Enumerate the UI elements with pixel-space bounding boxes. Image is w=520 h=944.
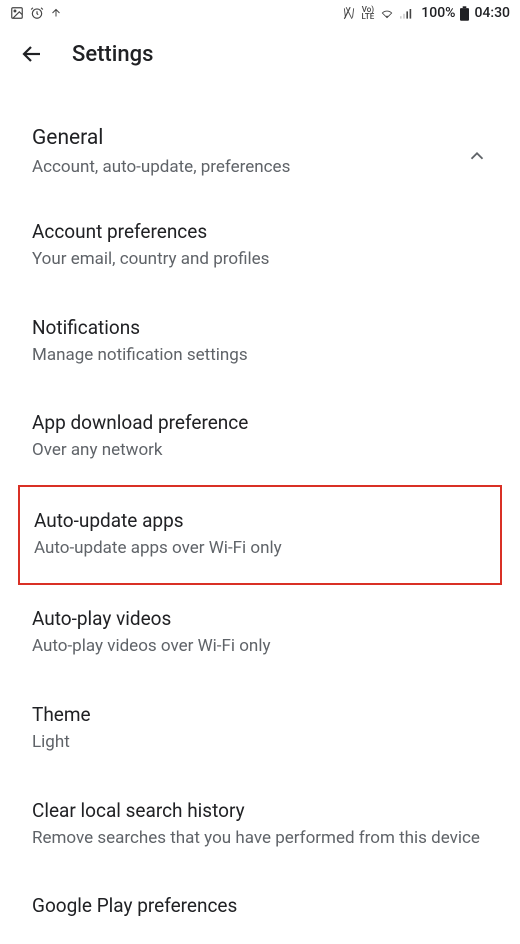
settings-content: General Account, auto-update, preference… (0, 82, 520, 944)
volte-bottom: LTE (362, 13, 375, 20)
setting-auto-update-apps[interactable]: Auto-update apps Auto-update apps over W… (18, 485, 502, 585)
setting-account-preferences[interactable]: Account preferences Your email, country … (4, 198, 516, 294)
setting-notifications[interactable]: Notifications Manage notification settin… (4, 294, 516, 390)
setting-auto-play-videos[interactable]: Auto-play videos Auto-play videos over W… (4, 585, 516, 681)
status-right-icons: Vo) LTE 100% 04:30 (341, 5, 510, 21)
battery-icon (460, 6, 469, 21)
status-left-icons (10, 6, 62, 20)
section-subtitle: Account, auto-update, preferences (32, 156, 290, 180)
setting-title: Auto-play videos (32, 607, 488, 630)
setting-title: Clear local search history (32, 799, 488, 822)
signal-icon (400, 6, 416, 20)
setting-title: Theme (32, 703, 488, 726)
setting-subtitle: Over any network (32, 439, 488, 463)
app-bar: Settings (0, 26, 520, 82)
volte-icon: Vo) LTE (362, 6, 375, 20)
setting-app-download-preference[interactable]: App download preference Over any network (4, 389, 516, 485)
section-general[interactable]: General Account, auto-update, preference… (4, 82, 516, 180)
alarm-icon (30, 6, 44, 20)
page-title: Settings (72, 42, 153, 67)
battery-percentage: 100% (421, 5, 455, 21)
status-bar: Vo) LTE 100% 04:30 (0, 0, 520, 26)
setting-title: Notifications (32, 316, 488, 339)
wifi-icon (379, 6, 395, 20)
setting-subtitle: Light (32, 731, 488, 755)
chevron-up-icon (466, 135, 488, 171)
setting-title: Auto-update apps (34, 509, 486, 532)
setting-subtitle: Remove searches that you have performed … (32, 827, 488, 851)
back-button[interactable] (18, 40, 46, 68)
section-title: General (32, 126, 290, 150)
setting-subtitle: Manage notification settings (32, 344, 488, 368)
image-icon (10, 6, 24, 20)
setting-title: Google Play preferences (32, 894, 488, 917)
setting-title: App download preference (32, 411, 488, 434)
setting-subtitle: Auto-update apps over Wi-Fi only (34, 537, 486, 561)
setting-subtitle: Auto-play videos over Wi-Fi only (32, 635, 488, 659)
setting-google-play-preferences[interactable]: Google Play preferences (4, 872, 516, 944)
setting-title: Account preferences (32, 220, 488, 243)
setting-subtitle: Your email, country and profiles (32, 248, 488, 272)
vibrate-icon (341, 6, 357, 20)
setting-clear-local-search-history[interactable]: Clear local search history Remove search… (4, 777, 516, 873)
clock-time: 04:30 (474, 5, 510, 21)
setting-theme[interactable]: Theme Light (4, 681, 516, 777)
back-arrow-icon (20, 42, 44, 66)
upload-icon (50, 6, 62, 20)
